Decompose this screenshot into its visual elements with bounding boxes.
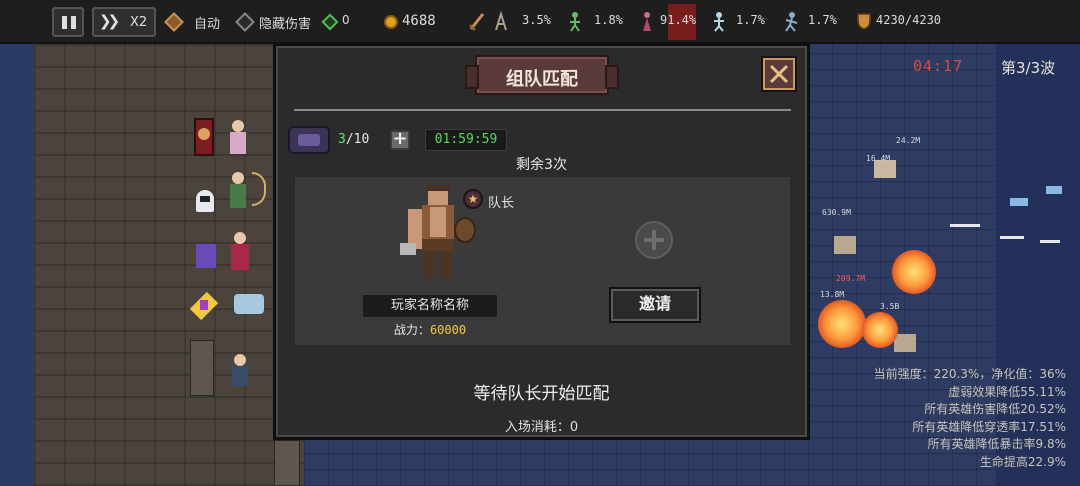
team-match-dialog: 组队匹配 3/10 + 01:59:59 剩余3次 ★ 队长 玩家名称名称 战力…	[273, 43, 810, 440]
damage-number: 630.9M	[822, 208, 851, 217]
enemy-unit	[834, 236, 856, 254]
team-panel: ★ 队长 玩家名称名称 战力：60000 邀请	[294, 176, 791, 346]
add-ticket-button[interactable]: +	[390, 130, 410, 150]
ticket-max: /10	[345, 132, 370, 147]
projectile	[1040, 240, 1060, 243]
hero-crystal[interactable]	[189, 291, 219, 322]
entry-cost: 入场消耗：0	[504, 420, 579, 435]
remaining-attempts: 剩余3次	[516, 157, 567, 173]
stat-value: 91.4%	[660, 13, 697, 27]
buff-line: 生命提高22.9%	[979, 454, 1066, 469]
buff-line: 所有英雄降低暴击率9.8%	[927, 437, 1067, 451]
damage-number: 3.5B	[880, 302, 900, 311]
pause-button[interactable]	[52, 7, 84, 37]
castle-floor	[34, 44, 304, 486]
buff-line: 虚弱效果降低55.11%	[948, 384, 1066, 399]
hide-damage-label[interactable]: 隐藏伤害	[259, 13, 311, 32]
stone-pillar	[274, 440, 300, 486]
damage-number: 13.8M	[820, 290, 845, 299]
hero-sorceress[interactable]	[228, 232, 256, 270]
power-value: 60000	[429, 323, 467, 337]
player-name: 玩家名称名称	[363, 295, 497, 317]
assassin-icon	[782, 10, 800, 32]
mage-icon	[638, 10, 656, 32]
damage-number: 24.2M	[896, 136, 921, 145]
gold-amount: 4688	[402, 13, 436, 29]
explosion-effect	[818, 300, 866, 348]
hero-priestess[interactable]	[226, 120, 254, 154]
gold-coin-icon	[384, 15, 398, 29]
buff-line: 所有英雄伤害降低20.52%	[924, 402, 1066, 416]
damage-number: 16.4M	[866, 154, 891, 163]
close-button[interactable]	[761, 56, 797, 92]
player-power: 战力：60000	[363, 321, 497, 338]
close-icon	[769, 64, 789, 84]
divider	[294, 109, 791, 111]
sword-icon	[468, 10, 486, 32]
battle-timer: 04:17	[913, 57, 964, 75]
hp-value: 4230/4230	[876, 13, 942, 27]
explosion-effect	[892, 250, 936, 294]
hero-swordsman[interactable]	[228, 354, 256, 386]
buff-line: 当前强度：220.3%，净化值：36%	[873, 367, 1066, 381]
title-plate: 组队匹配	[465, 55, 619, 95]
pause-icon	[71, 16, 76, 29]
enemy-unit	[1010, 198, 1028, 206]
captain-star-icon: ★	[463, 189, 483, 209]
archer-icon	[566, 10, 584, 32]
refresh-countdown: 01:59:59	[425, 129, 507, 151]
explosion-effect	[862, 312, 898, 348]
hero-ice-beast[interactable]	[234, 288, 264, 318]
hide-damage-checkbox-icon[interactable]	[235, 12, 255, 32]
buff-line: 所有英雄降低穿透率17.51%	[912, 419, 1066, 434]
stat-value: 1.7%	[808, 13, 837, 27]
speed-button[interactable]: ❯❯ X2	[92, 7, 156, 37]
hero-mage[interactable]	[192, 240, 220, 270]
stat-value: 3.5%	[522, 13, 551, 27]
empty-slot-plus-icon	[635, 221, 673, 259]
damage-number: 209.7M	[836, 274, 865, 283]
buff-list: 当前强度：220.3%，净化值：36% 虚弱效果降低55.11% 所有英雄伤害降…	[874, 366, 1066, 471]
auto-toggle-icon[interactable]	[164, 12, 184, 32]
captain-label: 队长	[488, 196, 515, 211]
enemy-unit	[894, 334, 916, 352]
stat-value: 1.7%	[736, 13, 765, 27]
hero-archer[interactable]	[226, 172, 266, 208]
dialog-title: 组队匹配	[506, 69, 578, 90]
projectile	[1000, 236, 1024, 239]
invite-button[interactable]: 邀请	[609, 287, 701, 323]
gem-count: 0	[342, 13, 350, 27]
gem-icon	[321, 13, 339, 31]
wave-counter: 第3/3波	[1001, 59, 1056, 77]
stone-pillar	[190, 340, 214, 396]
ticket-current: 3	[338, 132, 346, 147]
ticket-icon	[288, 126, 330, 154]
waiting-status: 等待队长开始匹配	[473, 384, 610, 404]
spirit-icon	[710, 10, 728, 32]
top-bar: ❯❯ X2 自动 隐藏伤害 0 4688 3.5% 1.8% 91.4% 1.7…	[0, 0, 1080, 44]
pause-icon	[62, 16, 67, 29]
hero-ghost[interactable]	[192, 186, 220, 216]
power-label: 战力：	[393, 323, 430, 337]
auto-label[interactable]: 自动	[194, 13, 220, 32]
shield-icon	[856, 12, 874, 34]
fast-forward-icon: ❯❯	[99, 12, 120, 30]
projectile	[950, 224, 980, 227]
archer-icon	[492, 10, 510, 32]
speed-label: X2	[130, 15, 148, 30]
ticket-count: 3/10	[338, 132, 369, 147]
stat-value: 1.8%	[594, 13, 623, 27]
enemy-unit	[1046, 186, 1062, 194]
banner-icon	[190, 118, 218, 156]
left-wall	[0, 44, 34, 486]
